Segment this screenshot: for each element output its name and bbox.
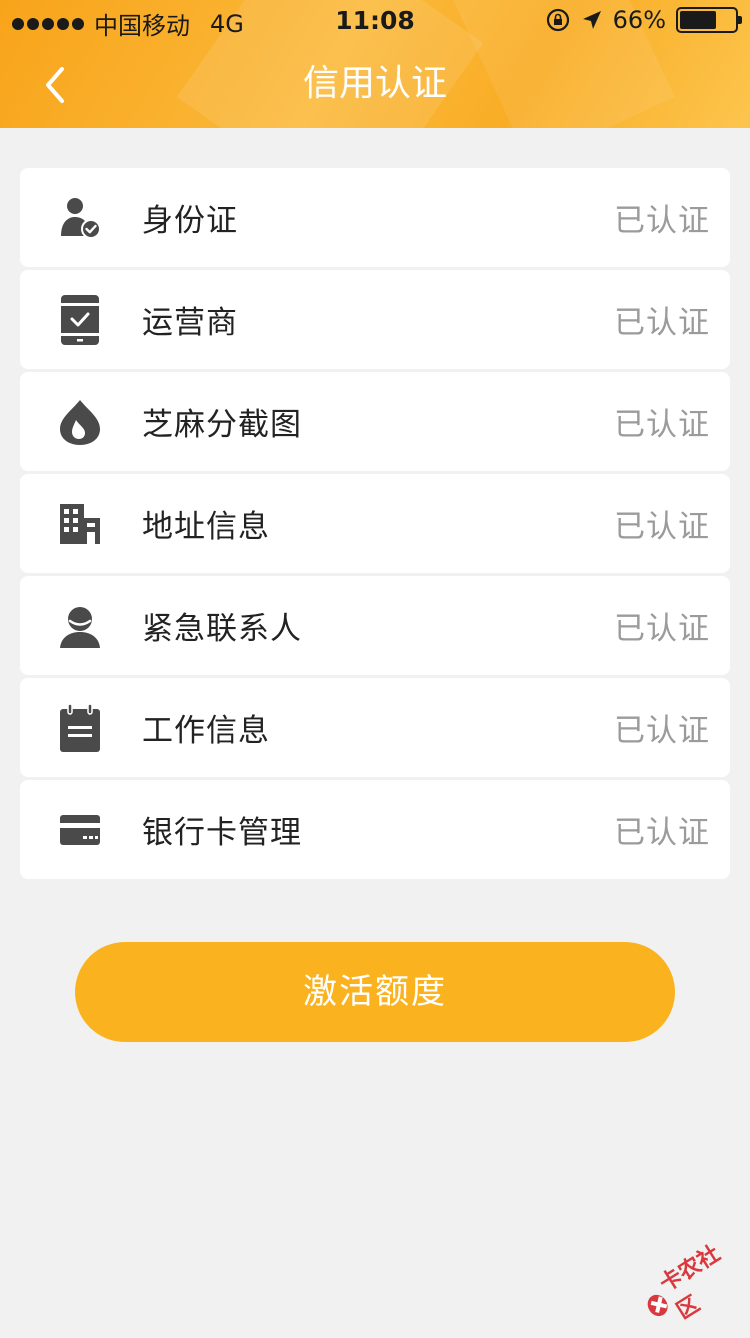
activate-quota-button[interactable]: 激活额度 (75, 942, 675, 1042)
verification-list: 身份证 已认证 运营商 已认证 芝麻分截图 已认证 (20, 168, 730, 882)
status-badge: 已认证 (614, 399, 710, 444)
header: 中国移动 4G 11:08 66% 信用认证 (0, 0, 750, 128)
list-item-emergency-contact[interactable]: 紧急联系人 已认证 (20, 576, 730, 675)
list-item-work-info[interactable]: 工作信息 已认证 (20, 678, 730, 777)
status-badge: 已认证 (614, 501, 710, 546)
page-title: 信用认证 (0, 60, 750, 108)
building-icon (58, 502, 102, 546)
watermark: 卡农社区 (634, 1232, 750, 1336)
orientation-lock-icon (545, 7, 571, 33)
list-item-label: 银行卡管理 (142, 807, 302, 852)
location-arrow-icon (581, 9, 603, 31)
status-badge: 已认证 (614, 195, 710, 240)
list-item-label: 地址信息 (142, 501, 270, 546)
list-item-bank-card[interactable]: 银行卡管理 已认证 (20, 780, 730, 879)
status-badge: 已认证 (614, 603, 710, 648)
list-item-label: 身份证 (142, 195, 238, 240)
status-badge: 已认证 (614, 705, 710, 750)
list-item-id-card[interactable]: 身份证 已认证 (20, 168, 730, 267)
status-bar-right: 66% (545, 6, 738, 34)
phone-check-icon (58, 298, 102, 342)
list-item-address[interactable]: 地址信息 已认证 (20, 474, 730, 573)
list-item-sesame-score[interactable]: 芝麻分截图 已认证 (20, 372, 730, 471)
status-badge: 已认证 (614, 297, 710, 342)
contact-person-icon (58, 604, 102, 648)
drop-icon (58, 400, 102, 444)
user-check-icon (58, 196, 102, 240)
battery-icon (676, 7, 738, 33)
battery-percent: 66% (613, 6, 666, 34)
list-item-label: 运营商 (142, 297, 238, 342)
status-bar: 中国移动 4G 11:08 66% (0, 0, 750, 40)
list-item-carrier[interactable]: 运营商 已认证 (20, 270, 730, 369)
battery-fill (680, 11, 716, 29)
status-badge: 已认证 (614, 807, 710, 852)
notepad-icon (58, 706, 102, 750)
list-item-label: 紧急联系人 (142, 603, 302, 648)
list-item-label: 芝麻分截图 (142, 399, 302, 444)
list-item-label: 工作信息 (142, 705, 270, 750)
bank-card-icon (58, 808, 102, 852)
